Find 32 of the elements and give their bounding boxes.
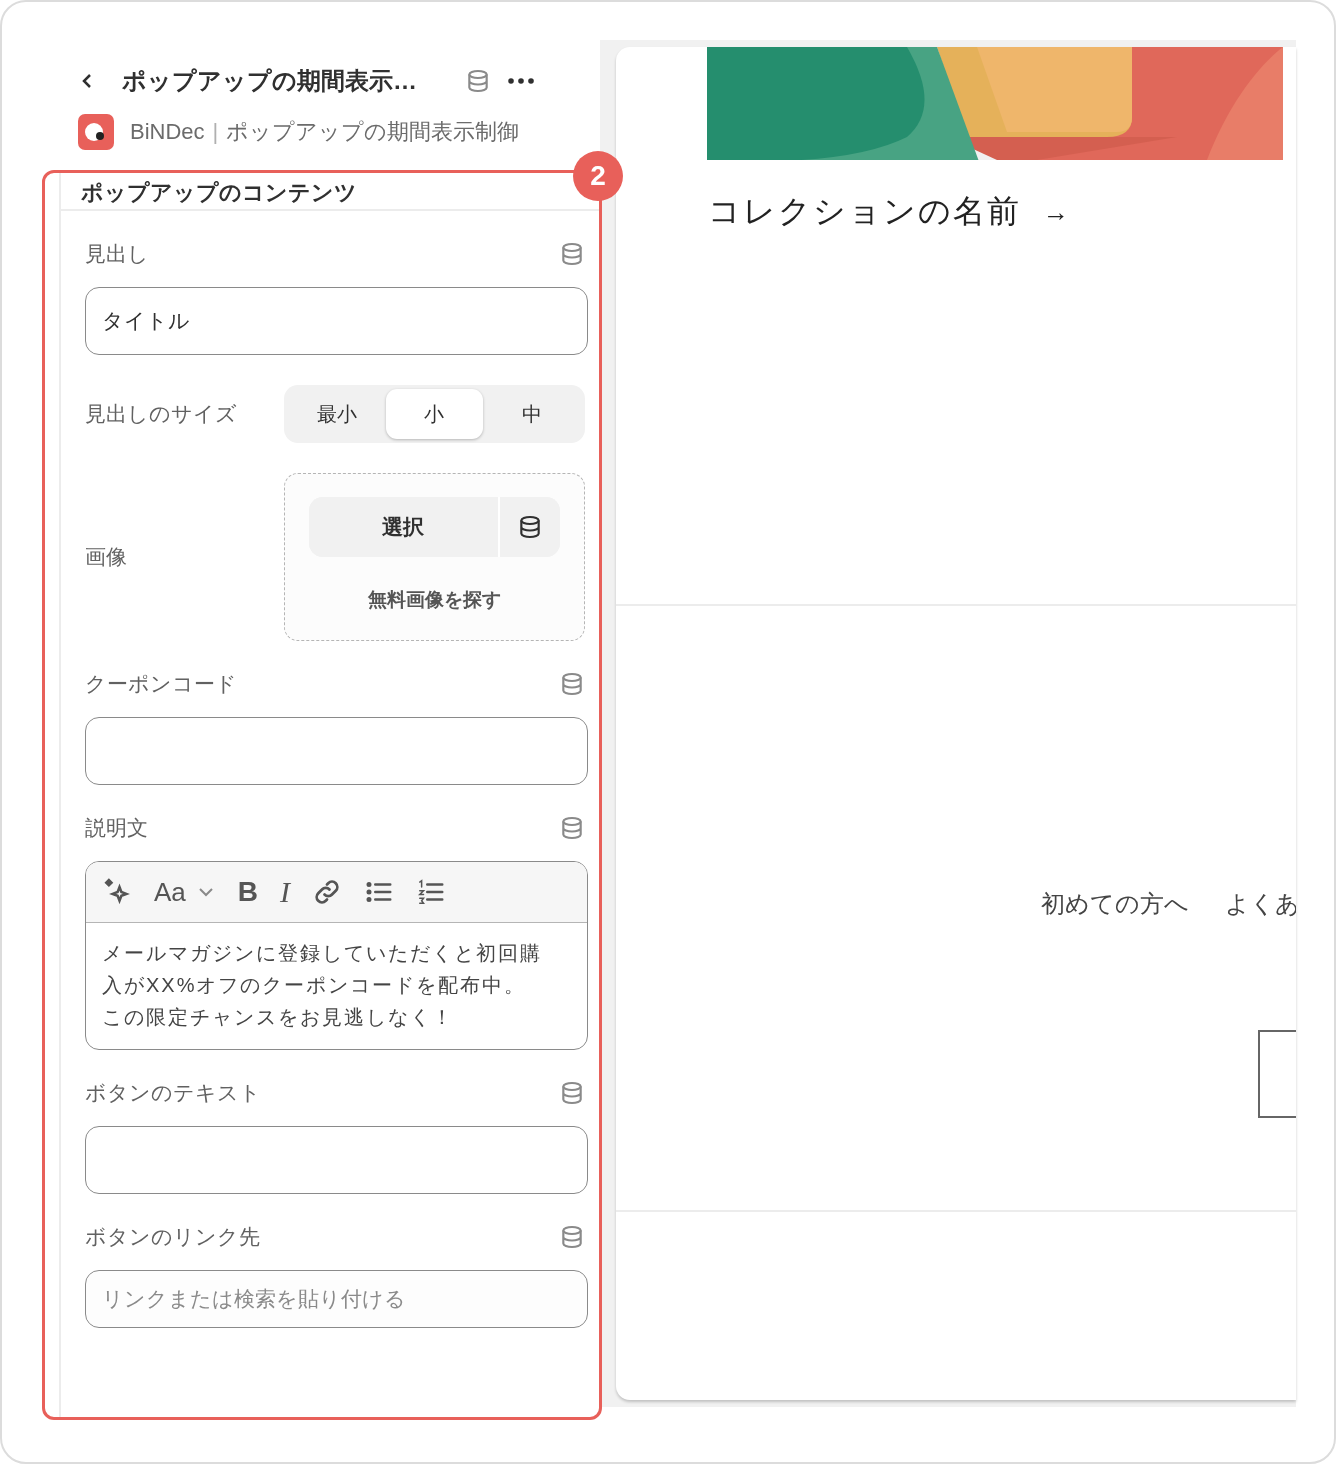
nav-link[interactable]: 初めての方へ — [1041, 888, 1189, 920]
italic-button[interactable]: I — [280, 877, 291, 907]
bold-button[interactable]: B — [237, 877, 259, 907]
collection-title[interactable]: コレクションの名前 — [708, 190, 1021, 234]
field-label: 画像 — [85, 544, 128, 570]
field-label: 説明文 — [85, 815, 148, 841]
arrow-icon[interactable]: → — [1043, 196, 1069, 228]
field-label: クーポンコード — [85, 671, 237, 697]
app-subtitle: ポップアップの期間表示制御 — [226, 118, 520, 146]
rich-text-editor[interactable]: Aa B I メールマガジンに登録していただくと初回購入がXX%オフのクーポンコードを配布中。 この限定チャンスをお見逃しなく！ — [85, 861, 588, 1050]
database-icon[interactable] — [517, 514, 543, 540]
field-label: 見出しのサイズ — [85, 401, 238, 427]
font-button[interactable]: Aa — [154, 877, 186, 907]
field-label: 見出し — [85, 241, 149, 267]
app-name: BiNDec — [130, 119, 205, 145]
size-option[interactable]: 中 — [483, 389, 581, 439]
field-label: ボタンのテキスト — [85, 1080, 261, 1106]
free-images-link[interactable]: 無料画像を探す — [308, 587, 560, 613]
input-field[interactable] — [85, 717, 588, 785]
more-icon[interactable] — [507, 77, 535, 85]
sparkle-icon[interactable] — [102, 877, 132, 907]
field-label: ボタンのリンク先 — [85, 1224, 260, 1250]
separator: | — [212, 119, 219, 145]
size-option[interactable]: 小 — [385, 389, 484, 439]
input-field[interactable]: リンクまたは検索を貼り付ける — [85, 1270, 588, 1328]
input-field[interactable]: タイトル — [85, 287, 588, 355]
page-title: ポップアップの期間表示… — [122, 66, 417, 96]
app-logo-icon — [78, 114, 114, 150]
input-field[interactable] — [85, 1126, 588, 1194]
editor-paragraph[interactable]: この限定チャンスをお見逃しなく！ — [102, 1001, 557, 1033]
size-option[interactable]: 最小 — [287, 389, 386, 439]
editor-paragraph[interactable]: メールマガジンに登録していただくと初回購入がXX%オフのクーポンコードを配布中。 — [102, 937, 557, 1001]
